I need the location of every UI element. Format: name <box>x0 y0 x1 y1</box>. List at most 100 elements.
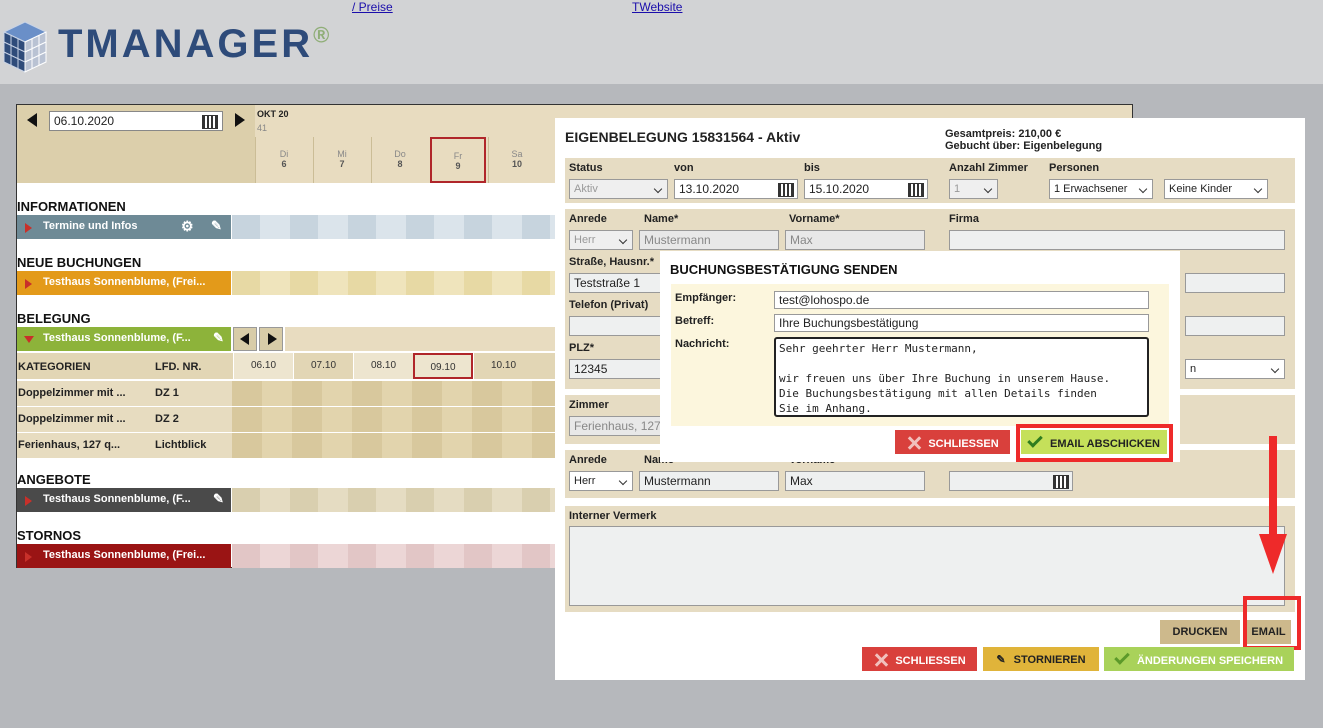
vermerk-label: Interner Vermerk <box>569 510 657 522</box>
dialog-close-label: SCHLIESSEN <box>928 438 999 450</box>
edit-icon[interactable]: ✎ <box>213 330 224 346</box>
edit-icon[interactable]: ✎ <box>213 491 224 507</box>
email-field[interactable] <box>1185 316 1285 336</box>
day-column-header: Sa 10 <box>488 137 545 183</box>
erwachsene-select[interactable]: 1 Erwachsener <box>1049 179 1153 199</box>
close-button[interactable]: SCHLIESSEN <box>862 647 977 671</box>
betreff-field[interactable]: Ihre Buchungsbestätigung <box>774 314 1149 332</box>
category-row[interactable]: Doppelzimmer mit ... DZ 1 <box>17 381 232 406</box>
belegung-prev-button[interactable] <box>233 327 257 351</box>
anrede2-select[interactable]: Herr <box>569 471 633 491</box>
belegung-row[interactable]: Testhaus Sonnenblume, (F... ✎ <box>17 327 231 351</box>
stornieren-button-label: STORNIEREN <box>1013 654 1086 666</box>
dialog-form: Empfänger: test@lohospo.de Betreff: Ihre… <box>671 284 1169 426</box>
kinder-value: Keine Kinder <box>1169 183 1232 195</box>
zimmer-label: Zimmer <box>569 399 609 411</box>
von-date-field[interactable]: 13.10.2020 <box>674 179 798 199</box>
arrow-left-icon <box>240 333 249 345</box>
calendar-icon[interactable] <box>908 183 924 197</box>
calendar-icon[interactable] <box>1053 475 1069 489</box>
telefon-field[interactable] <box>569 316 669 336</box>
stornos-label: Testhaus Sonnenblume, (Frei... <box>43 549 206 561</box>
date-header-cell: 08.10 <box>353 353 413 379</box>
weekday-label: Fr <box>453 151 463 161</box>
zimmer-field[interactable]: Ferienhaus, 127 <box>569 416 669 436</box>
vorname-label: Vorname* <box>789 213 840 225</box>
send-button-highlight <box>1016 424 1173 462</box>
category-number: DZ 1 <box>155 387 179 399</box>
von-label: von <box>674 162 694 174</box>
firma-field[interactable] <box>949 230 1285 250</box>
anrede-select[interactable]: Herr <box>569 230 633 250</box>
close-icon <box>873 653 889 667</box>
day-column-header: Do 8 <box>371 137 428 183</box>
section-neue-buchungen: NEUE BUCHUNGEN <box>17 255 142 270</box>
cancel-booking-icon: ✎ <box>996 654 1006 666</box>
logo-cube-icon <box>0 18 50 76</box>
stornieren-button[interactable]: ✎ STORNIEREN <box>983 647 1099 671</box>
preise-link[interactable]: / Preise <box>352 0 393 14</box>
termine-label: Termine und Infos <box>43 220 138 232</box>
status-select[interactable]: Aktiv <box>569 179 668 199</box>
dialog-close-button[interactable]: SCHLIESSEN <box>895 430 1010 454</box>
bis-value: 15.10.2020 <box>809 182 870 196</box>
weekday-label: Di <box>279 149 289 159</box>
name-field[interactable]: Mustermann <box>639 230 779 250</box>
day-column-header: Mi 7 <box>313 137 370 183</box>
gebucht-label: Gebucht über: <box>945 140 1021 152</box>
edit-icon[interactable]: ✎ <box>211 218 222 234</box>
geburtsdatum-field[interactable] <box>949 471 1073 491</box>
weekday-label: Mi <box>337 149 347 159</box>
belegung-next-button[interactable] <box>259 327 283 351</box>
stornos-row[interactable]: Testhaus Sonnenblume, (Frei... <box>17 544 231 568</box>
vermerk-textarea[interactable] <box>569 526 1285 606</box>
vorname2-field[interactable]: Max <box>785 471 925 491</box>
weekday-label: Do <box>394 149 406 159</box>
name2-field[interactable]: Mustermann <box>639 471 779 491</box>
booking-title: EIGENBELEGUNG 15831564 - Aktiv <box>565 129 801 145</box>
termine-row[interactable]: Termine und Infos ⚙ ✎ <box>17 215 231 239</box>
calendar-icon[interactable] <box>202 115 218 129</box>
day-number: 9 <box>455 161 461 171</box>
drucken-button[interactable]: DRUCKEN <box>1160 620 1240 644</box>
category-number: Lichtblick <box>155 439 207 451</box>
kategorien-header: KATEGORIEN <box>18 361 91 373</box>
arrow-down-icon <box>1259 436 1287 576</box>
nachricht-textarea[interactable]: Sehr geehrter Herr Mustermann, wir freue… <box>774 337 1149 417</box>
strasse-field[interactable]: Teststraße 1 <box>569 273 669 293</box>
gebucht-value: Eigenbelegung <box>1023 140 1103 152</box>
category-number: DZ 2 <box>155 413 179 425</box>
erwachsene-value: 1 Erwachsener <box>1054 183 1128 195</box>
gear-icon[interactable]: ⚙ <box>181 218 194 235</box>
email-button-highlight <box>1243 596 1301 650</box>
date-header-cell: 06.10 <box>233 353 293 379</box>
empfaenger-field[interactable]: test@lohospo.de <box>774 291 1149 309</box>
logo-text: TMANAGER <box>58 22 314 66</box>
bis-date-field[interactable]: 15.10.2020 <box>804 179 928 199</box>
prev-date-arrow-icon[interactable] <box>27 113 37 127</box>
booking-dates-panel: Status Aktiv von 13.10.2020 bis 15.10.20… <box>565 158 1295 203</box>
neue-buchungen-row[interactable]: Testhaus Sonnenblume, (Frei... <box>17 271 231 295</box>
empfaenger-label: Empfänger: <box>675 292 737 304</box>
weekday-label: Sa <box>511 149 523 159</box>
anzahl-zimmer-select[interactable]: 1 <box>949 179 998 199</box>
send-confirmation-dialog: BUCHUNGSBESTÄTIGUNG SENDEN Empfänger: te… <box>660 251 1180 462</box>
category-row[interactable]: Doppelzimmer mit ... DZ 2 <box>17 407 232 432</box>
plz-field[interactable]: 12345 <box>569 359 669 379</box>
section-belegung: BELEGUNG <box>17 311 91 326</box>
angebote-row[interactable]: Testhaus Sonnenblume, (F... ✎ <box>17 488 231 512</box>
kinder-select[interactable]: Keine Kinder <box>1164 179 1268 199</box>
anzahl-zimmer-label: Anzahl Zimmer <box>949 162 1028 174</box>
vorname-field[interactable]: Max <box>785 230 925 250</box>
land-select[interactable]: n <box>1185 359 1285 379</box>
lfd-nr-header: LFD. NR. <box>155 361 202 373</box>
calendar-icon[interactable] <box>778 183 794 197</box>
day-column-header: Di 6 <box>255 137 312 183</box>
category-row[interactable]: Ferienhaus, 127 q... Lichtblick <box>17 433 232 458</box>
section-stornos: STORNOS <box>17 528 82 543</box>
website-link[interactable]: TWebsite <box>632 0 682 14</box>
next-date-arrow-icon[interactable] <box>235 113 245 127</box>
calendar-date-field[interactable]: 06.10.2020 <box>49 111 223 131</box>
ort-field[interactable] <box>1185 273 1285 293</box>
save-button[interactable]: ÄNDERUNGEN SPEICHERN <box>1104 647 1294 671</box>
